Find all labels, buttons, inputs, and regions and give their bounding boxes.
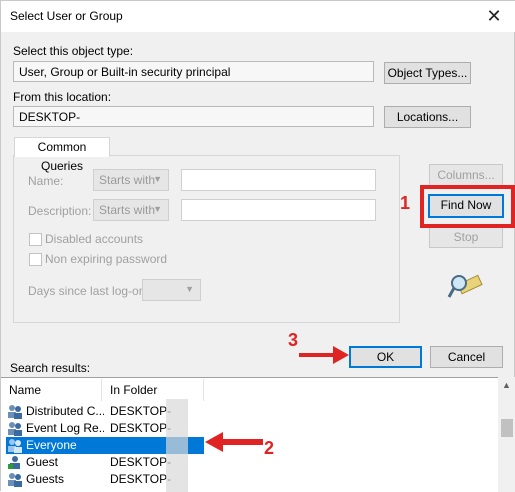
- scroll-thumb[interactable]: [501, 419, 513, 437]
- select-user-dialog: Select User or Group ✕ Select this objec…: [0, 0, 515, 492]
- non-expiring-label: Non expiring password: [45, 252, 168, 266]
- column-header-name[interactable]: Name: [1, 379, 102, 401]
- object-type-label: Select this object type:: [13, 44, 134, 58]
- description-operator-value: Starts with: [99, 203, 156, 217]
- days-since-logon-label: Days since last log-on:: [28, 284, 149, 298]
- tab-common-queries[interactable]: Common Queries: [14, 137, 110, 173]
- annotation-number-1: 1: [400, 193, 411, 213]
- disabled-accounts-label: Disabled accounts: [45, 232, 144, 246]
- chevron-down-icon: ▼: [185, 284, 194, 294]
- disabled-accounts-checkbox[interactable]: [29, 233, 42, 246]
- cancel-button[interactable]: Cancel: [430, 346, 503, 368]
- annotation-number-2: 2: [264, 438, 275, 458]
- name-input[interactable]: [181, 169, 376, 191]
- find-now-highlight: [420, 185, 515, 228]
- object-type-field: User, Group or Built-in security princip…: [13, 61, 374, 82]
- window-title: Select User or Group: [10, 9, 123, 23]
- columns-button[interactable]: Columns...: [429, 164, 503, 186]
- locations-button[interactable]: Locations...: [384, 106, 471, 128]
- user-icon: [8, 456, 20, 469]
- row-folder: DESKTOP-: [110, 455, 172, 469]
- stop-button[interactable]: Stop: [429, 226, 503, 248]
- annotation-arrow-everyone: [205, 432, 263, 452]
- row-folder: DESKTOP-: [110, 404, 172, 418]
- location-field: DESKTOP-: [13, 106, 374, 127]
- row-name: Distributed C...: [26, 404, 104, 418]
- ok-button[interactable]: OK: [349, 346, 422, 368]
- object-types-button[interactable]: Object Types...: [384, 62, 471, 84]
- name-label: Name:: [28, 174, 64, 188]
- redacted-region: [166, 399, 188, 492]
- search-results-label: Search results:: [10, 361, 91, 375]
- scroll-up-icon[interactable]: ▲: [502, 380, 511, 390]
- column-header-folder[interactable]: In Folder: [102, 379, 204, 401]
- non-expiring-checkbox[interactable]: [29, 253, 42, 266]
- description-operator-select[interactable]: Starts with ▼: [93, 199, 169, 221]
- description-input[interactable]: [181, 199, 376, 221]
- row-folder: DESKTOP-: [110, 472, 172, 486]
- location-label: From this location:: [13, 90, 112, 104]
- group-icon: [8, 422, 22, 436]
- name-operator-value: Starts with: [99, 173, 156, 187]
- chevron-down-icon: ▼: [153, 204, 162, 214]
- group-icon: [8, 473, 22, 487]
- row-name: Guest: [26, 455, 59, 469]
- row-folder: DESKTOP-: [110, 421, 172, 435]
- row-name: Everyone: [26, 438, 77, 452]
- search-magnifier-icon: [447, 272, 483, 302]
- group-icon: [8, 405, 22, 419]
- annotation-arrow-ok: [299, 346, 349, 364]
- row-name: Guests: [26, 472, 65, 486]
- description-label: Description:: [28, 204, 92, 218]
- close-icon[interactable]: ✕: [482, 4, 506, 28]
- name-operator-select[interactable]: Starts with ▼: [93, 169, 169, 191]
- group-icon: [8, 439, 22, 453]
- annotation-number-3: 3: [288, 330, 299, 350]
- days-since-logon-select[interactable]: ▼: [142, 279, 201, 301]
- results-scrollbar[interactable]: ▲: [498, 377, 515, 492]
- title-bar: Select User or Group ✕: [1, 1, 515, 32]
- chevron-down-icon: ▼: [153, 174, 162, 184]
- row-name: Event Log Re...: [26, 421, 104, 435]
